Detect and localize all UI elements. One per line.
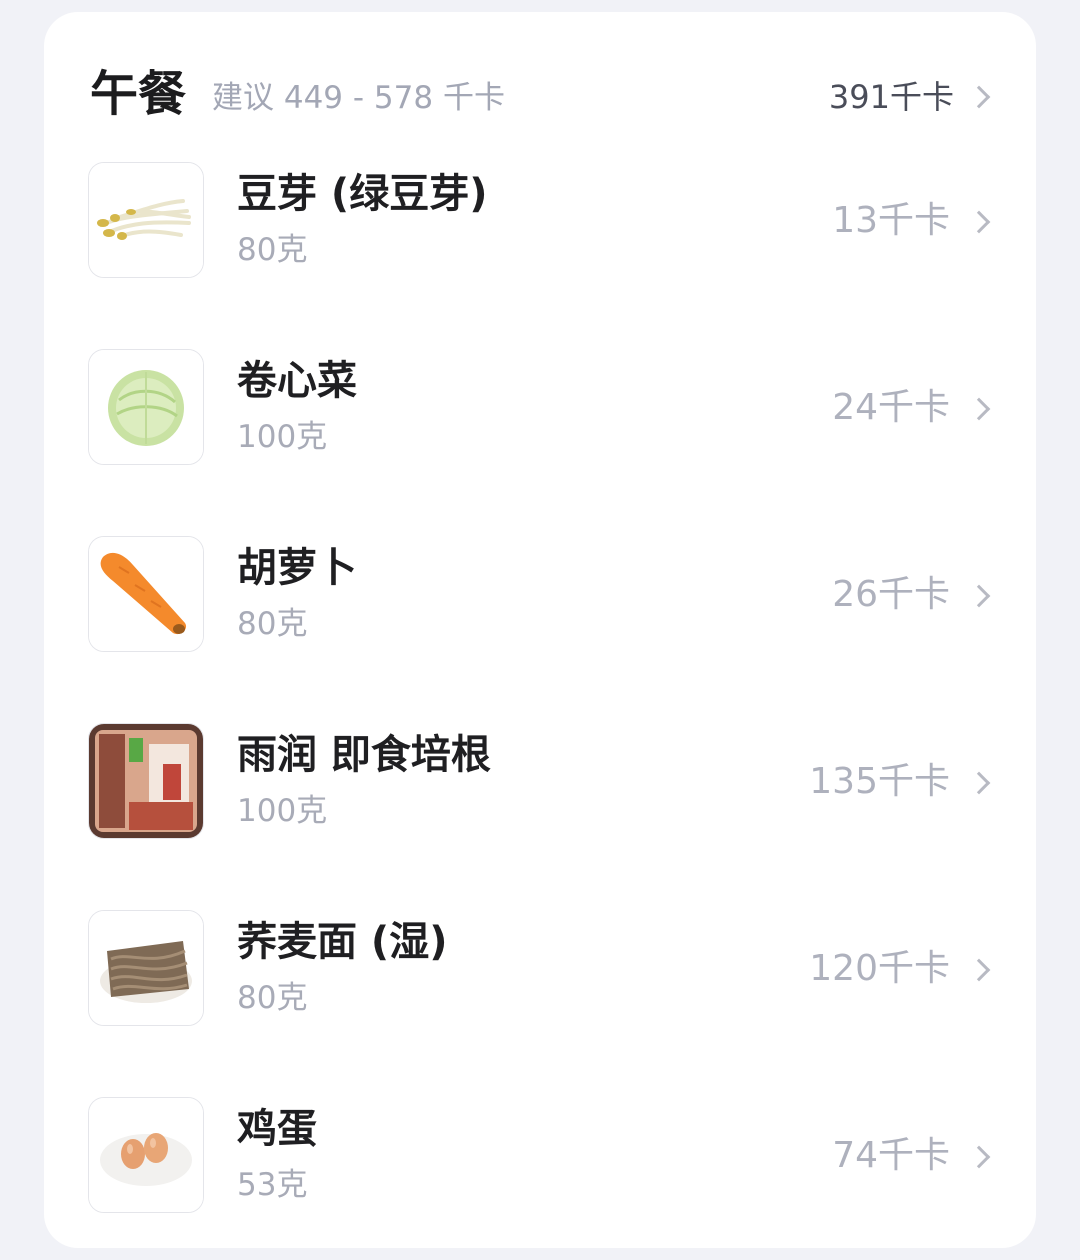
bean-sprouts-image [88, 162, 204, 278]
chevron-right-icon [967, 1145, 991, 1169]
food-name: 胡萝卜 [237, 545, 357, 591]
cabbage-image [88, 349, 204, 465]
chevron-right-icon [967, 210, 991, 234]
food-name: 卷心菜 [237, 358, 357, 404]
lunch-card: 午餐 建议 449 - 578 千卡 391千卡 豆芽 (绿豆芽) 80克 13… [44, 12, 1036, 1248]
meal-header[interactable]: 午餐 建议 449 - 578 千卡 391千卡 [44, 52, 1036, 122]
food-weight: 100克 [237, 793, 328, 829]
food-weight: 100克 [237, 419, 328, 455]
eggs-image [88, 1097, 204, 1213]
food-calories: 26千卡 [832, 574, 950, 615]
food-calories: 135千卡 [809, 761, 950, 802]
food-calories: 13千卡 [832, 200, 950, 241]
food-weight: 80克 [237, 232, 308, 268]
food-weight: 80克 [237, 606, 308, 642]
food-item-eggs[interactable]: 鸡蛋 53克 74千卡 [44, 1097, 1036, 1215]
carrot-image [88, 536, 204, 652]
food-name: 荞麦面 (湿) [237, 919, 448, 965]
meal-total-calories: 391千卡 [828, 78, 954, 116]
food-item-carrot[interactable]: 胡萝卜 80克 26千卡 [44, 536, 1036, 654]
calorie-suggestion: 建议 449 - 578 千卡 [212, 80, 505, 116]
food-item-bacon[interactable]: 雨润 即食培根 100克 135千卡 [44, 723, 1036, 841]
food-calories: 74千卡 [832, 1135, 950, 1176]
food-name: 雨润 即食培根 [237, 732, 491, 778]
food-name: 豆芽 (绿豆芽) [237, 171, 488, 217]
chevron-right-icon [967, 397, 991, 421]
food-item-bean-sprouts[interactable]: 豆芽 (绿豆芽) 80克 13千卡 [44, 162, 1036, 280]
food-item-cabbage[interactable]: 卷心菜 100克 24千卡 [44, 349, 1036, 467]
chevron-right-icon [967, 584, 991, 608]
meal-title: 午餐 [90, 66, 187, 122]
food-weight: 80克 [237, 980, 308, 1016]
chevron-right-icon [967, 958, 991, 982]
food-calories: 120千卡 [809, 948, 950, 989]
food-weight: 53克 [237, 1167, 308, 1203]
buckwheat-noodles-image [88, 910, 204, 1026]
food-calories: 24千卡 [832, 387, 950, 428]
chevron-right-icon [967, 85, 991, 109]
chevron-right-icon [967, 771, 991, 795]
food-item-buckwheat-noodles[interactable]: 荞麦面 (湿) 80克 120千卡 [44, 910, 1036, 1028]
bacon-package-image [88, 723, 204, 839]
food-name: 鸡蛋 [237, 1106, 317, 1152]
